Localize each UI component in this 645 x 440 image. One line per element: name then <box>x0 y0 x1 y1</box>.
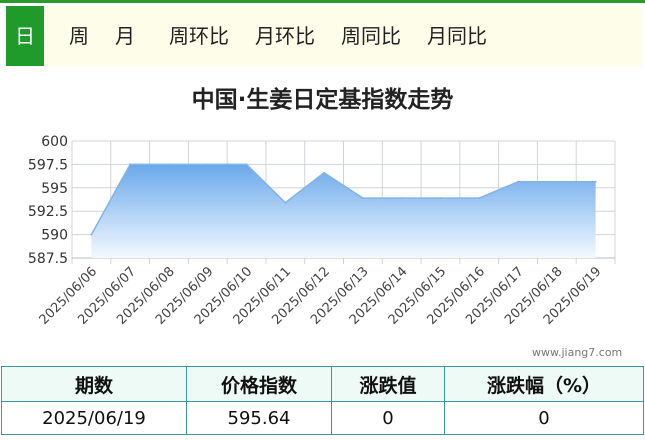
y-tick-label: 597.5 <box>28 157 68 173</box>
y-tick-label: 587.5 <box>28 251 68 267</box>
data-point <box>206 163 209 166</box>
header-period: 期数 <box>1 366 187 402</box>
table-row: 2025/06/19 595.64 0 0 <box>1 401 644 435</box>
data-point <box>323 171 326 174</box>
y-tick-label: 600 <box>41 134 68 150</box>
data-point <box>245 163 248 166</box>
table-header-row: 期数 价格指数 涨跌值 涨跌幅（%） <box>1 366 644 402</box>
data-point <box>478 197 481 200</box>
header-change-value: 涨跌值 <box>331 366 445 402</box>
cell-change-value: 0 <box>331 401 445 435</box>
data-point <box>129 163 132 166</box>
header-change-percent: 涨跌幅（%） <box>444 366 644 402</box>
data-point <box>594 180 597 183</box>
data-point <box>361 197 364 200</box>
data-point <box>90 233 93 236</box>
cell-period: 2025/06/19 <box>1 401 187 435</box>
cell-change-percent: 0 <box>444 401 644 435</box>
data-point <box>400 197 403 200</box>
index-trend-chart: 600597.5595592.5590587.52025/06/062025/0… <box>28 134 616 328</box>
index-summary-table: 期数 价格指数 涨跌值 涨跌幅（%） 2025/06/19 595.64 0 0 <box>1 366 644 435</box>
data-point <box>555 180 558 183</box>
header-price-index: 价格指数 <box>186 366 332 402</box>
watermark: www.jiang7.com <box>532 346 623 359</box>
y-tick-label: 595 <box>41 181 68 197</box>
y-tick-label: 592.5 <box>28 204 68 220</box>
data-point <box>167 163 170 166</box>
cell-price-index: 595.64 <box>186 401 332 435</box>
y-tick-label: 590 <box>41 228 68 244</box>
data-point <box>284 201 287 204</box>
data-point <box>517 180 520 183</box>
data-point <box>439 197 442 200</box>
